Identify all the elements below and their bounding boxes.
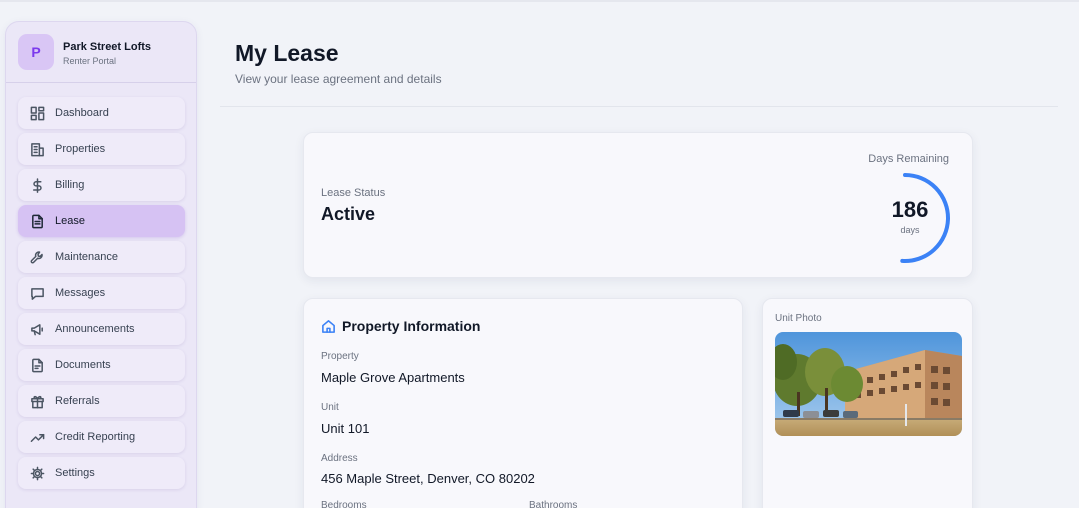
sidebar-nav: Dashboard Properties Billing Lease Maint… (18, 97, 185, 493)
page-subtitle: View your lease agreement and details (235, 72, 442, 86)
dashboard-icon (30, 106, 45, 121)
address-value: 456 Maple Street, Denver, CO 80202 (321, 471, 535, 486)
sidebar-item-label: Billing (55, 179, 85, 191)
file-icon (30, 358, 45, 373)
header-divider (220, 106, 1058, 107)
days-remaining-unit: days (900, 225, 920, 235)
sidebar: P Park Street Lofts Renter Portal Dashbo… (5, 21, 197, 508)
sidebar-item-dashboard[interactable]: Dashboard (18, 97, 185, 129)
sidebar-item-billing[interactable]: Billing (18, 169, 185, 201)
sidebar-item-label: Properties (55, 143, 106, 155)
sidebar-divider (6, 82, 196, 83)
sidebar-item-label: Documents (55, 359, 111, 371)
sidebar-item-properties[interactable]: Properties (18, 133, 185, 165)
megaphone-icon (30, 322, 45, 337)
sidebar-item-label: Maintenance (55, 251, 118, 263)
property-label: Property (321, 351, 359, 362)
gift-icon (30, 394, 45, 409)
sidebar-item-documents[interactable]: Documents (18, 349, 185, 381)
wrench-icon (30, 250, 45, 265)
address-label: Address (321, 453, 358, 464)
sidebar-item-maintenance[interactable]: Maintenance (18, 241, 185, 273)
trending-up-icon (30, 430, 45, 445)
days-remaining-label: Days Remaining (868, 153, 949, 165)
unit-photo-label: Unit Photo (775, 313, 822, 324)
lease-status-card: Lease Status Active Days Remaining 186 d… (303, 132, 973, 278)
brand-subtitle: Renter Portal (63, 56, 117, 66)
building-icon (30, 142, 45, 157)
unit-photo-image (775, 332, 962, 436)
lease-status-label: Lease Status (321, 187, 386, 199)
sidebar-item-referrals[interactable]: Referrals (18, 385, 185, 417)
top-border (0, 0, 1079, 2)
sidebar-item-label: Messages (55, 287, 106, 299)
unit-value: Unit 101 (321, 421, 370, 436)
dollar-icon (30, 177, 45, 193)
property-value: Maple Grove Apartments (321, 370, 465, 385)
sidebar-item-label: Credit Reporting (55, 431, 136, 443)
sidebar-item-label: Announcements (55, 323, 135, 335)
unit-photo[interactable] (775, 332, 962, 436)
unit-label: Unit (321, 402, 339, 413)
sidebar-item-label: Settings (55, 467, 95, 479)
property-information-card: Property Information Property Maple Grov… (303, 298, 743, 508)
bathrooms-label: Bathrooms (529, 500, 578, 508)
document-icon (30, 214, 45, 229)
home-icon (322, 319, 335, 333)
gear-icon (30, 466, 45, 481)
page-title: My Lease (235, 40, 339, 66)
sidebar-item-label: Dashboard (55, 107, 109, 119)
unit-photo-card: Unit Photo (762, 298, 973, 508)
message-icon (30, 286, 45, 301)
lease-status-value: Active (321, 204, 376, 224)
sidebar-item-lease[interactable]: Lease (18, 205, 185, 237)
brand-name: Park Street Lofts (63, 41, 152, 53)
property-information-title: Property Information (342, 318, 481, 334)
days-remaining-value: 186 (891, 197, 929, 222)
bedrooms-label: Bedrooms (321, 500, 367, 508)
sidebar-item-settings[interactable]: Settings (18, 457, 185, 489)
sidebar-item-label: Lease (55, 215, 85, 227)
sidebar-item-credit-reporting[interactable]: Credit Reporting (18, 421, 185, 453)
sidebar-item-announcements[interactable]: Announcements (18, 313, 185, 345)
sidebar-item-label: Referrals (55, 395, 100, 407)
property-information-header: Property Information (321, 318, 480, 334)
sidebar-item-messages[interactable]: Messages (18, 277, 185, 309)
brand-avatar: P (18, 34, 54, 70)
brand[interactable]: P Park Street Lofts Renter Portal (18, 34, 188, 72)
